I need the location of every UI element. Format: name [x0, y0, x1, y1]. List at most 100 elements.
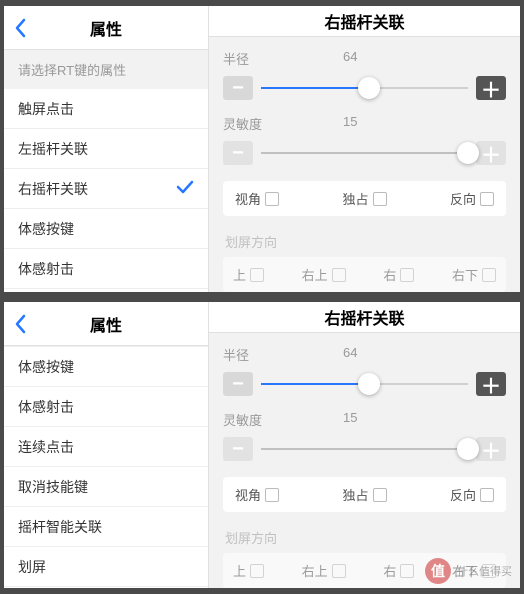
- radius-value: 64: [343, 345, 357, 364]
- chevron-left-icon: [14, 18, 26, 38]
- swipe-direction-block: 划屏方向 上 右上 右 右下: [223, 226, 506, 292]
- checkbox-icon: [265, 192, 279, 206]
- checkbox-label: 视角: [235, 189, 261, 208]
- checkbox-item[interactable]: 视角: [235, 189, 279, 208]
- swipe-option[interactable]: 右上: [302, 265, 346, 284]
- radius-plus-button[interactable]: ＋: [476, 372, 506, 396]
- swipe-option[interactable]: 上: [233, 265, 264, 284]
- sensitivity-minus-button[interactable]: −: [223, 141, 253, 165]
- sensitivity-plus-button[interactable]: ＋: [476, 437, 506, 461]
- swipe-title: 划屏方向: [223, 522, 506, 553]
- checkbox-item[interactable]: 反向: [450, 189, 494, 208]
- swipe-option[interactable]: 右: [383, 561, 414, 580]
- checkbox-icon: [400, 564, 414, 578]
- sensitivity-label: 灵敏度: [223, 410, 343, 429]
- sensitivity-value: 15: [343, 410, 357, 429]
- sensitivity-plus-button[interactable]: ＋: [476, 141, 506, 165]
- checkbox-icon: [332, 564, 346, 578]
- prompt-text: 请选择RT键的属性: [4, 50, 208, 89]
- list-item-label: 体感射击: [18, 397, 74, 417]
- list-item-label: 摇杆智能关联: [18, 517, 102, 537]
- list-item[interactable]: 体感射击: [4, 249, 208, 289]
- swipe-option-label: 右下: [452, 561, 478, 580]
- radius-thumb[interactable]: [358, 77, 380, 99]
- radius-thumb[interactable]: [358, 373, 380, 395]
- list-item[interactable]: 摇杆智能关联: [4, 507, 208, 547]
- checkbox-icon: [373, 488, 387, 502]
- sensitivity-slider[interactable]: [261, 152, 468, 154]
- radius-slider[interactable]: [261, 383, 468, 385]
- checkbox-item[interactable]: 独占: [342, 485, 386, 504]
- swipe-option-label: 右上: [302, 265, 328, 284]
- checkbox-icon: [250, 268, 264, 282]
- list-item-label: 划屏: [18, 557, 46, 577]
- list-item-label: 取消技能键: [18, 477, 88, 497]
- sensitivity-slider-block: 灵敏度 15 − ＋: [223, 114, 506, 167]
- sensitivity-slider-block: 灵敏度 15 − ＋: [223, 410, 506, 463]
- checkbox-icon: [480, 192, 494, 206]
- checkbox-label: 反向: [450, 485, 476, 504]
- property-list: 触屏点击左摇杆关联右摇杆关联体感按键体感射击连续点击: [4, 89, 208, 292]
- radius-plus-button[interactable]: ＋: [476, 76, 506, 100]
- list-item[interactable]: 连续点击: [4, 427, 208, 467]
- checkbox-item[interactable]: 独占: [342, 189, 386, 208]
- list-item[interactable]: 体感按键: [4, 347, 208, 387]
- swipe-option[interactable]: 上: [233, 561, 264, 580]
- right-column: 右摇杆关联 半径 64 − ＋: [209, 6, 520, 292]
- radius-slider-block: 半径 64 − ＋: [223, 49, 506, 102]
- left-column: 属性 体感按键体感射击连续点击取消技能键摇杆智能关联划屏: [4, 302, 209, 588]
- chevron-left-icon: [14, 314, 26, 334]
- swipe-option[interactable]: 右上: [302, 561, 346, 580]
- checkbox-icon: [332, 268, 346, 282]
- list-item[interactable]: 体感按键: [4, 209, 208, 249]
- checkbox-icon: [250, 564, 264, 578]
- swipe-option[interactable]: 右: [383, 265, 414, 284]
- sensitivity-slider[interactable]: [261, 448, 468, 450]
- checkbox-item[interactable]: 反向: [450, 485, 494, 504]
- checkbox-row: 视角 独占 反向: [223, 181, 506, 216]
- left-column: 属性 请选择RT键的属性 触屏点击左摇杆关联右摇杆关联体感按键体感射击连续点击: [4, 6, 209, 292]
- radius-value: 64: [343, 49, 357, 68]
- settings-panel-bottom: 属性 体感按键体感射击连续点击取消技能键摇杆智能关联划屏 右摇杆关联 半径 64…: [0, 298, 524, 592]
- sensitivity-label: 灵敏度: [223, 114, 343, 133]
- checkbox-label: 反向: [450, 189, 476, 208]
- swipe-option[interactable]: 右下: [452, 561, 496, 580]
- list-item-label: 连续点击: [18, 437, 74, 457]
- checkbox-row: 视角 独占 反向: [223, 477, 506, 512]
- checkbox-icon: [400, 268, 414, 282]
- list-item[interactable]: 体感射击: [4, 387, 208, 427]
- left-title: 属性: [90, 16, 122, 40]
- list-item[interactable]: 连续点击: [4, 289, 208, 292]
- checkbox-item[interactable]: 视角: [235, 485, 279, 504]
- sensitivity-value: 15: [343, 114, 357, 133]
- list-item[interactable]: 取消技能键: [4, 467, 208, 507]
- back-button[interactable]: [14, 314, 28, 334]
- swipe-direction-block: 划屏方向 上 右上 右 右下: [223, 522, 506, 588]
- right-title: 右摇杆关联: [324, 9, 404, 33]
- checkbox-icon: [265, 488, 279, 502]
- radius-minus-button[interactable]: −: [223, 372, 253, 396]
- list-item-label: 体感按键: [18, 357, 74, 377]
- list-item[interactable]: 划屏: [4, 547, 208, 587]
- back-button[interactable]: [14, 18, 28, 38]
- checkbox-icon: [482, 564, 496, 578]
- list-item[interactable]: 右摇杆关联: [4, 169, 208, 209]
- list-item[interactable]: 左摇杆关联: [4, 129, 208, 169]
- sensitivity-thumb[interactable]: [457, 142, 479, 164]
- swipe-option-label: 上: [233, 265, 246, 284]
- check-icon: [176, 178, 194, 199]
- checkbox-label: 独占: [342, 485, 368, 504]
- radius-label: 半径: [223, 345, 343, 364]
- radius-minus-button[interactable]: −: [223, 76, 253, 100]
- swipe-option[interactable]: 右下: [452, 265, 496, 284]
- settings-panel-top: 属性 请选择RT键的属性 触屏点击左摇杆关联右摇杆关联体感按键体感射击连续点击 …: [0, 2, 524, 296]
- sensitivity-thumb[interactable]: [457, 438, 479, 460]
- list-item-label: 触屏点击: [18, 99, 74, 119]
- right-header: 右摇杆关联: [209, 302, 520, 333]
- list-item[interactable]: 触屏点击: [4, 89, 208, 129]
- swipe-title: 划屏方向: [223, 226, 506, 257]
- radius-slider[interactable]: [261, 87, 468, 89]
- swipe-option-label: 右下: [452, 265, 478, 284]
- sensitivity-minus-button[interactable]: −: [223, 437, 253, 461]
- swipe-option-label: 上: [233, 561, 246, 580]
